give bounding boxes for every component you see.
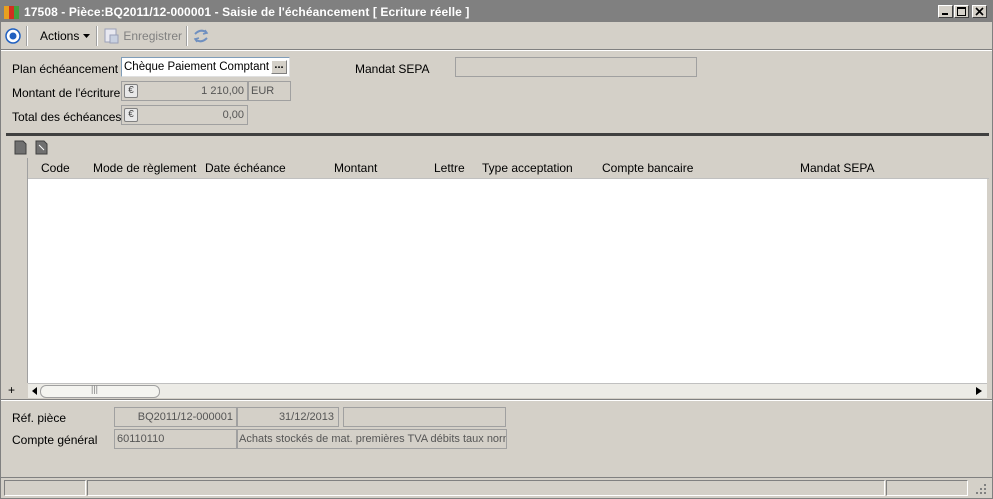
column-header-lettre[interactable]: Lettre	[434, 161, 465, 175]
main-window: 17508 - Pièce:BQ2011/12-000001 - Saisie …	[0, 0, 993, 499]
euro-icon: €	[124, 108, 138, 122]
close-icon	[975, 7, 984, 16]
scroll-right-arrow-icon[interactable]	[973, 385, 985, 397]
status-bar	[1, 477, 992, 498]
status-cell	[886, 480, 968, 496]
compte-general-label: Compte général	[12, 433, 98, 447]
title-bar[interactable]: 17508 - Pièce:BQ2011/12-000001 - Saisie …	[1, 1, 992, 22]
compte-general-value: 60110110	[117, 433, 165, 445]
plan-label: Plan échéancement	[12, 62, 119, 76]
ref-date-value: 31/12/2013	[278, 411, 334, 423]
grip-icon: |||	[91, 384, 99, 394]
toolbar-divider	[1, 49, 992, 51]
plan-value: Chèque Paiement Comptant	[124, 61, 270, 73]
status-cell	[87, 480, 885, 496]
target-circle-icon	[5, 28, 21, 44]
column-header-montant[interactable]: Montant	[334, 161, 377, 175]
currency-field[interactable]: EUR	[248, 81, 291, 101]
column-header-code[interactable]: Code	[41, 161, 70, 175]
column-header-date-echeance[interactable]: Date échéance	[205, 161, 286, 175]
grid-bottom-divider	[1, 399, 992, 401]
horizontal-scrollbar[interactable]: + |||	[8, 383, 987, 398]
minimize-button[interactable]	[938, 5, 953, 18]
total-field[interactable]: € 0,00	[121, 105, 248, 125]
compte-description-value: Achats stockés de mat. premières TVA déb…	[239, 433, 507, 445]
scrollbar-thumb[interactable]: |||	[40, 384, 160, 398]
edit-document-icon[interactable]	[35, 140, 49, 156]
window-title: 17508 - Pièce:BQ2011/12-000001 - Saisie …	[24, 4, 470, 19]
total-value: 0,00	[222, 109, 244, 121]
mandat-label: Mandat SEPA	[355, 62, 430, 76]
close-button[interactable]	[972, 5, 987, 18]
scroll-left-arrow-icon[interactable]	[30, 385, 40, 397]
app-color-bars-icon	[4, 4, 20, 20]
maximize-icon	[957, 7, 966, 16]
grid-row-selector	[6, 158, 28, 383]
ref-extra-field[interactable]	[343, 407, 506, 427]
montant-field[interactable]: € 1 210,00	[121, 81, 248, 101]
column-header-type-acceptation[interactable]: Type acceptation	[482, 161, 573, 175]
refresh-button[interactable]	[192, 27, 210, 45]
minimize-icon	[942, 13, 948, 15]
toolbar-separator	[186, 26, 189, 46]
actions-menu-button[interactable]: Actions	[40, 29, 92, 43]
resize-grip-icon[interactable]	[975, 483, 987, 495]
toolbar: Actions Enregistrer	[1, 23, 992, 49]
ref-piece-field[interactable]: BQ2011/12-000001	[114, 407, 237, 427]
plan-echeancement-field[interactable]: Chèque Paiement Comptant ...	[121, 57, 290, 77]
grid-toolbar	[6, 136, 989, 158]
column-header-compte-bancaire[interactable]: Compte bancaire	[602, 161, 693, 175]
euro-icon: €	[124, 84, 138, 98]
ref-piece-value: BQ2011/12-000001	[137, 411, 233, 423]
refresh-arrows-icon	[193, 29, 209, 43]
ref-date-field[interactable]: 31/12/2013	[237, 407, 339, 427]
montant-value: 1 210,00	[201, 85, 244, 97]
column-header-mode-reglement[interactable]: Mode de règlement	[93, 161, 196, 175]
currency-value: EUR	[251, 85, 275, 97]
compte-description-field[interactable]: Achats stockés de mat. premières TVA déb…	[237, 429, 507, 449]
save-document-icon	[104, 28, 119, 44]
maximize-button[interactable]	[954, 5, 969, 18]
mandat-sepa-field[interactable]	[455, 57, 697, 77]
toolbar-separator	[96, 26, 99, 46]
add-row-plus-icon[interactable]: +	[8, 383, 15, 397]
grid-header: Code Mode de règlement Date échéance Mon…	[6, 158, 989, 179]
status-cell	[4, 480, 86, 496]
save-label: Enregistrer	[123, 29, 183, 43]
echeances-grid: Code Mode de règlement Date échéance Mon…	[6, 133, 989, 398]
actions-label: Actions	[40, 29, 80, 43]
navigation-button[interactable]	[4, 27, 22, 45]
toolbar-separator	[26, 26, 28, 46]
ref-piece-label: Réf. pièce	[12, 411, 67, 425]
total-label: Total des échéances	[12, 110, 122, 124]
montant-label: Montant de l'écriture	[12, 86, 121, 100]
grid-body[interactable]	[28, 179, 987, 383]
compte-general-field[interactable]: 60110110	[114, 429, 237, 449]
ellipsis-button[interactable]: ...	[271, 60, 287, 74]
add-document-icon[interactable]	[14, 140, 28, 156]
chevron-down-icon	[83, 34, 91, 38]
save-button[interactable]: Enregistrer	[102, 27, 182, 45]
column-header-mandat-sepa[interactable]: Mandat SEPA	[800, 161, 874, 175]
